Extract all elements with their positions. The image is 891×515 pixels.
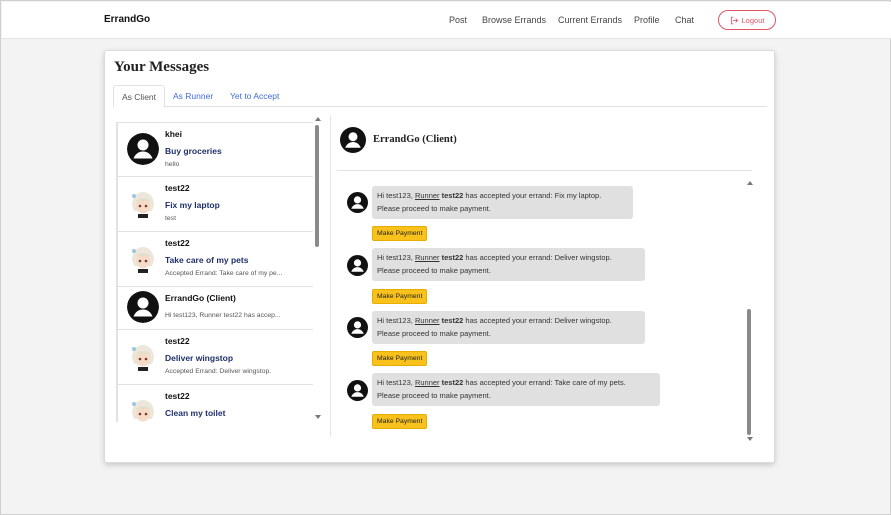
message-runner-name: test22 bbox=[441, 191, 464, 200]
message-runner-label: Runner bbox=[414, 378, 440, 387]
conversation-errand: Buy groceries bbox=[165, 146, 222, 156]
conversation-preview: Accepted Errand: Take care of my pe... bbox=[165, 270, 283, 277]
nav-link-post[interactable]: Post bbox=[449, 15, 467, 25]
conversation-item[interactable]: test22 Deliver wingstop Accepted Errand:… bbox=[117, 330, 313, 385]
page-title: Your Messages bbox=[114, 59, 210, 75]
brand-logo[interactable]: ErrandGo bbox=[104, 14, 150, 25]
conversation-name: test22 bbox=[165, 336, 190, 346]
conversation-preview: hello bbox=[165, 161, 180, 168]
role-tabs: As Client As Runner Yet to Accept bbox=[113, 85, 767, 108]
logout-icon bbox=[730, 16, 738, 24]
scroll-down-arrow-icon[interactable] bbox=[747, 437, 753, 441]
message-runner-name: test22 bbox=[441, 378, 464, 387]
message-greeting: Hi test123, bbox=[377, 316, 415, 325]
messages-card: Your Messages As Client As Runner Yet to… bbox=[104, 50, 775, 463]
message-runner-name: test22 bbox=[441, 316, 464, 325]
default-avatar-icon bbox=[347, 317, 368, 338]
make-payment-button[interactable]: Make Payment bbox=[372, 414, 428, 429]
conversation-item[interactable]: khei Buy groceries hello bbox=[117, 122, 313, 177]
pane-divider bbox=[330, 115, 331, 437]
default-avatar-icon bbox=[127, 291, 159, 323]
message-runner-label: Runner bbox=[414, 253, 440, 262]
tab-yet-to-accept[interactable]: Yet to Accept bbox=[222, 85, 287, 107]
logout-button[interactable]: Logout bbox=[718, 10, 776, 30]
message-greeting: Hi test123, bbox=[377, 378, 415, 387]
conversation-preview: Hi test123, Runner test22 has accep... bbox=[165, 312, 281, 319]
default-avatar-icon bbox=[347, 380, 368, 401]
conversation-list: khei Buy groceries hello test22 Fix my l… bbox=[116, 122, 313, 422]
anime-avatar bbox=[127, 187, 159, 219]
conversation-item[interactable]: test22 Take care of my pets Accepted Err… bbox=[117, 232, 313, 287]
nav-link-browse-errands[interactable]: Browse Errands bbox=[482, 15, 546, 25]
chat-scrollbar[interactable] bbox=[746, 181, 754, 443]
tab-as-runner[interactable]: As Runner bbox=[165, 85, 221, 107]
message-body: has accepted your errand: Deliver wingst… bbox=[463, 253, 612, 262]
conversation-name: test22 bbox=[165, 391, 190, 401]
default-avatar-icon bbox=[347, 255, 368, 276]
conversation-errand: Deliver wingstop bbox=[165, 353, 234, 363]
conversation-list-scrollbar[interactable] bbox=[314, 115, 322, 423]
message-greeting: Hi test123, bbox=[377, 253, 415, 262]
conversation-name: test22 bbox=[165, 183, 190, 193]
scroll-thumb[interactable] bbox=[747, 309, 751, 435]
message-runner-name: test22 bbox=[441, 253, 464, 262]
conversation-name: ErrandGo (Client) bbox=[165, 293, 236, 303]
chat-message-bubble: Hi test123, Runner test22 has accepted y… bbox=[372, 186, 633, 219]
conversation-name: khei bbox=[165, 129, 183, 139]
conversation-preview: Accepted Errand: Deliver wingstop. bbox=[165, 368, 272, 375]
conversation-errand: Fix my laptop bbox=[165, 200, 220, 210]
scroll-thumb[interactable] bbox=[315, 125, 319, 247]
top-navbar: ErrandGo Post Browse Errands Current Err… bbox=[2, 2, 891, 39]
conversation-item[interactable]: ErrandGo (Client) Hi test123, Runner tes… bbox=[117, 287, 313, 330]
message-greeting: Hi test123, bbox=[377, 191, 415, 200]
default-avatar-icon bbox=[347, 192, 368, 213]
message-line2: Please proceed to make payment. bbox=[377, 328, 491, 338]
chat-header-name: ErrandGo (Client) bbox=[373, 134, 457, 145]
anime-avatar bbox=[127, 242, 159, 274]
nav-link-profile[interactable]: Profile bbox=[634, 15, 660, 25]
message-body: has accepted your errand: Deliver wingst… bbox=[463, 316, 612, 325]
chat-message-bubble: Hi test123, Runner test22 has accepted y… bbox=[372, 248, 645, 281]
scroll-up-arrow-icon[interactable] bbox=[315, 117, 321, 121]
message-line2: Please proceed to make payment. bbox=[377, 265, 491, 275]
scroll-up-arrow-icon[interactable] bbox=[747, 181, 753, 185]
tab-as-client[interactable]: As Client bbox=[113, 85, 166, 108]
anime-avatar bbox=[127, 395, 159, 422]
app-frame: ErrandGo Post Browse Errands Current Err… bbox=[0, 0, 891, 515]
default-avatar-icon bbox=[340, 127, 366, 153]
make-payment-button[interactable]: Make Payment bbox=[372, 351, 428, 366]
anime-avatar bbox=[127, 340, 159, 372]
conversation-preview: test bbox=[165, 215, 176, 222]
logout-label: Logout bbox=[741, 15, 765, 25]
nav-link-chat[interactable]: Chat bbox=[675, 15, 694, 25]
nav-link-current-errands[interactable]: Current Errands bbox=[558, 15, 622, 25]
scroll-down-arrow-icon[interactable] bbox=[315, 415, 321, 419]
conversation-item[interactable]: test22 Fix my laptop test bbox=[117, 177, 313, 232]
message-runner-label: Runner bbox=[414, 316, 440, 325]
conversation-name: test22 bbox=[165, 238, 190, 248]
make-payment-button[interactable]: Make Payment bbox=[372, 226, 428, 241]
chat-header-divider bbox=[337, 170, 752, 171]
chat-message-bubble: Hi test123, Runner test22 has accepted y… bbox=[372, 373, 660, 406]
message-body: has accepted your errand: Fix my laptop. bbox=[463, 191, 602, 200]
conversation-errand: Clean my toilet bbox=[165, 408, 226, 418]
make-payment-button[interactable]: Make Payment bbox=[372, 289, 428, 304]
conversation-item[interactable]: test22 Clean my toilet bbox=[117, 385, 313, 422]
conversation-errand: Take care of my pets bbox=[165, 255, 249, 265]
message-runner-label: Runner bbox=[414, 191, 440, 200]
message-line2: Please proceed to make payment. bbox=[377, 390, 491, 400]
default-avatar-icon bbox=[127, 133, 159, 165]
message-line2: Please proceed to make payment. bbox=[377, 203, 491, 213]
message-body: has accepted your errand: Take care of m… bbox=[463, 378, 626, 387]
chat-message-bubble: Hi test123, Runner test22 has accepted y… bbox=[372, 311, 645, 344]
